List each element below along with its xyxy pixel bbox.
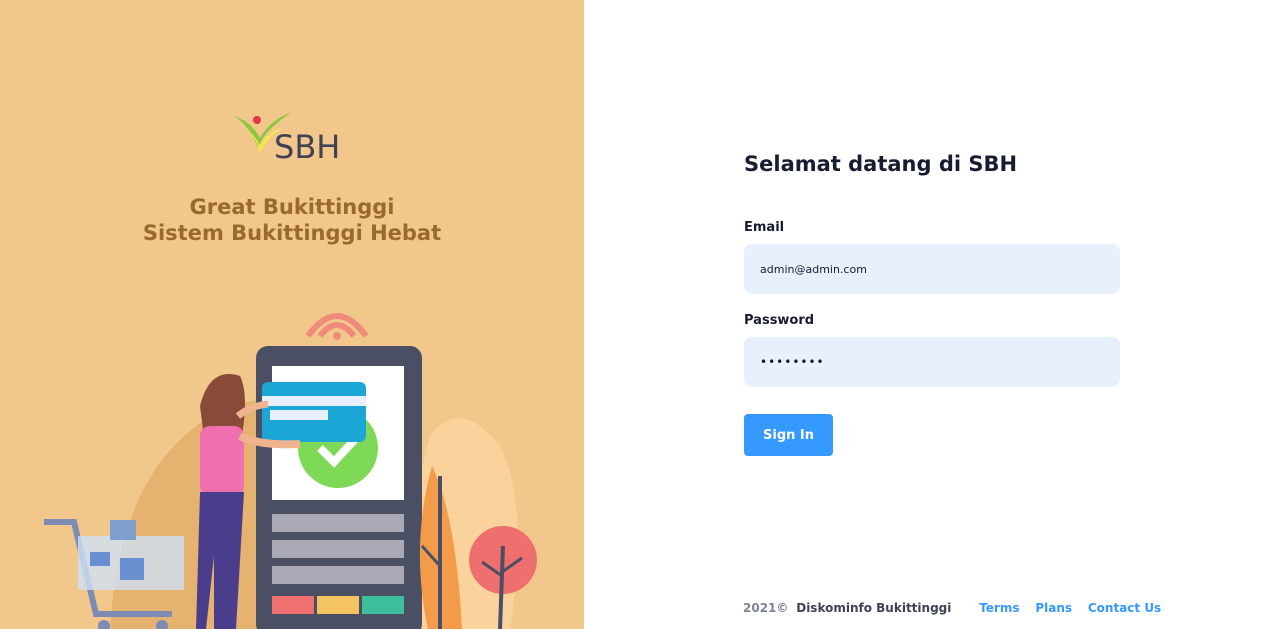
footer-link-plans[interactable]: Plans — [1035, 601, 1072, 615]
password-label: Password — [744, 313, 815, 328]
footer-link-contact-us[interactable]: Contact Us — [1088, 601, 1161, 615]
sbh-logo-mark: SBH — [234, 112, 340, 164]
tagline-line-1: Great Bukittinggi — [189, 195, 395, 219]
password-input[interactable] — [744, 337, 1120, 387]
copyright-organization[interactable]: Diskominfo Bukittinggi — [796, 601, 951, 615]
email-input[interactable] — [744, 244, 1120, 294]
payment-illustration — [0, 296, 584, 629]
footer-link-terms[interactable]: Terms — [979, 601, 1019, 615]
svg-text:SBH: SBH — [274, 128, 340, 164]
login-panel: Selamat datang di SBH Email Password Sig… — [584, 0, 1280, 629]
copyright-year: 2021© — [743, 600, 789, 615]
footer: 2021© Diskominfo Bukittinggi Terms Plans… — [743, 600, 1173, 615]
illustration-graphic — [44, 313, 537, 629]
tagline-line-2: Sistem Bukittinggi Hebat — [142, 221, 442, 245]
sbh-logo: SBH — [230, 108, 350, 164]
aside-panel: SBH Great Bukittinggi Sistem Bukittinggi… — [0, 0, 584, 629]
email-label: Email — [744, 220, 785, 235]
sign-in-button[interactable]: Sign In — [744, 414, 833, 456]
login-title: Selamat datang di SBH — [744, 152, 1018, 176]
footer-links: Terms Plans Contact Us — [979, 600, 1173, 615]
